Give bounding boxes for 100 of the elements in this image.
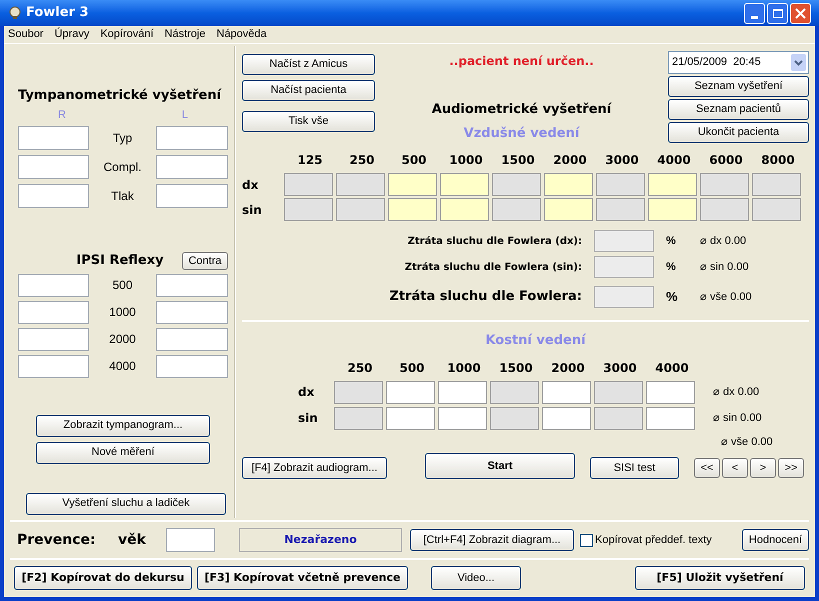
button[interactable]: Zobrazit tympanogram... — [36, 414, 210, 436]
column-header: 4000 — [656, 152, 692, 169]
nav-button[interactable]: < — [722, 458, 748, 478]
button[interactable]: Načíst pacienta — [242, 80, 375, 101]
section-title: IPSI Reflexy — [75, 252, 165, 270]
button[interactable]: Start — [425, 453, 575, 479]
table-cell[interactable] — [542, 406, 591, 430]
input-field[interactable] — [18, 126, 89, 150]
table-cell[interactable] — [646, 406, 695, 430]
menu-item[interactable]: Úpravy — [54, 26, 90, 43]
table-cell[interactable] — [388, 198, 437, 221]
input-field[interactable] — [156, 300, 228, 324]
input-field[interactable] — [18, 328, 89, 350]
menu-item[interactable]: Nástroje — [164, 26, 206, 43]
minimize-icon — [751, 16, 758, 18]
input-field[interactable] — [156, 184, 228, 208]
input-field[interactable] — [156, 354, 228, 378]
age-label: věk — [118, 530, 147, 550]
column-header: 1000 — [446, 360, 482, 376]
average-label: ⌀ sin 0.00 — [700, 260, 749, 275]
input-field[interactable] — [18, 155, 89, 179]
button[interactable]: [Ctrl+F4] Zobrazit diagram... — [410, 529, 574, 551]
row-label: dx — [242, 176, 260, 194]
section-title: Tympanometrické vyšetření — [18, 87, 222, 105]
column-label: L — [182, 108, 188, 122]
average-label: ⌀ vše 0.00 — [721, 434, 774, 450]
subsection-title: Vzdušné vedení — [464, 124, 580, 142]
button[interactable]: [F2] Kopírovat do dekursu — [14, 566, 192, 590]
column-header: 6000 — [708, 152, 744, 169]
input-field[interactable] — [18, 274, 89, 296]
button[interactable]: Načíst z Amicus — [242, 54, 375, 75]
column-header: 2000 — [550, 360, 586, 376]
checkbox[interactable] — [580, 534, 593, 546]
age-field[interactable] — [166, 528, 215, 552]
button[interactable]: Video... — [431, 566, 521, 590]
button[interactable]: [F3] Kopírovat včetně prevence — [197, 566, 408, 590]
input-field[interactable] — [156, 274, 228, 296]
button[interactable]: Tisk vše — [242, 111, 375, 132]
button[interactable]: Nové měření — [36, 442, 210, 464]
button[interactable]: [F5] Uložit vyšetření — [635, 566, 805, 590]
row-label: sin — [242, 202, 263, 218]
input-field[interactable] — [156, 328, 228, 350]
column-header: 2000 — [552, 152, 588, 169]
menu-item[interactable]: Nápověda — [216, 26, 267, 43]
category-field: Nezařazeno — [239, 528, 402, 552]
patient-status: ..pacient není určen.. — [449, 53, 594, 70]
button[interactable]: Vyšetření sluchu a ladiček — [26, 492, 226, 514]
table-cell[interactable] — [648, 173, 697, 196]
menu-item[interactable]: Kopírování — [100, 26, 154, 43]
table-cell[interactable] — [646, 380, 695, 404]
table-cell[interactable] — [544, 173, 593, 196]
button[interactable]: Ukončit pacienta — [668, 122, 809, 143]
minimize-button[interactable] — [744, 2, 765, 24]
unit-label: % — [665, 234, 677, 249]
column-header: 125 — [296, 152, 324, 169]
row-label: sin — [297, 410, 319, 427]
nav-button[interactable]: > — [750, 458, 776, 478]
button[interactable]: Hodnocení — [742, 529, 809, 551]
table-cell[interactable] — [386, 406, 435, 430]
unit-label: % — [665, 288, 679, 306]
loss-value-field — [594, 256, 654, 278]
app-icon — [8, 6, 22, 20]
table-cell[interactable] — [440, 173, 489, 196]
button[interactable]: Seznam vyšetření — [668, 76, 809, 97]
maximize-icon — [772, 8, 782, 18]
average-label: ⌀ dx 0.00 — [713, 384, 760, 400]
column-header: 250 — [348, 152, 376, 169]
nav-button[interactable]: << — [694, 458, 720, 478]
table-cell[interactable] — [388, 173, 437, 196]
button[interactable]: [F4] Zobrazit audiogram... — [242, 457, 387, 479]
table-cell[interactable] — [542, 380, 591, 404]
row-label: dx — [297, 384, 316, 401]
column-header: 4000 — [654, 360, 690, 376]
date-dropdown[interactable]: 21/05/2009 20:45 — [668, 51, 809, 74]
table-cell[interactable] — [386, 380, 435, 404]
table-cell[interactable] — [440, 198, 489, 221]
menu-item[interactable]: Soubor — [8, 26, 44, 43]
row-label: 500 — [111, 277, 134, 294]
input-field[interactable] — [18, 300, 89, 324]
table-cell[interactable] — [438, 380, 487, 404]
input-field[interactable] — [156, 155, 228, 179]
table-cell[interactable] — [648, 198, 697, 221]
average-label: ⌀ sin 0.00 — [713, 410, 762, 426]
row-label: Typ — [112, 130, 134, 147]
input-field[interactable] — [18, 184, 89, 208]
maximize-button[interactable] — [767, 2, 788, 24]
table-cell[interactable] — [438, 406, 487, 430]
contra-button[interactable]: Contra — [182, 252, 228, 270]
row-label: Compl. — [102, 159, 142, 176]
loss-label: Ztráta sluchu dle Fowlera: — [388, 288, 583, 306]
row-label: 1000 — [108, 304, 137, 321]
table-cell[interactable] — [544, 198, 593, 221]
nav-button[interactable]: >> — [778, 458, 804, 478]
button[interactable]: Seznam pacientů — [668, 99, 809, 120]
row-label: 2000 — [108, 331, 137, 348]
input-field[interactable] — [156, 126, 228, 150]
input-field[interactable] — [18, 354, 89, 378]
close-button[interactable] — [790, 2, 811, 24]
button[interactable]: SISI test — [590, 457, 679, 479]
row-label: 4000 — [108, 358, 137, 375]
